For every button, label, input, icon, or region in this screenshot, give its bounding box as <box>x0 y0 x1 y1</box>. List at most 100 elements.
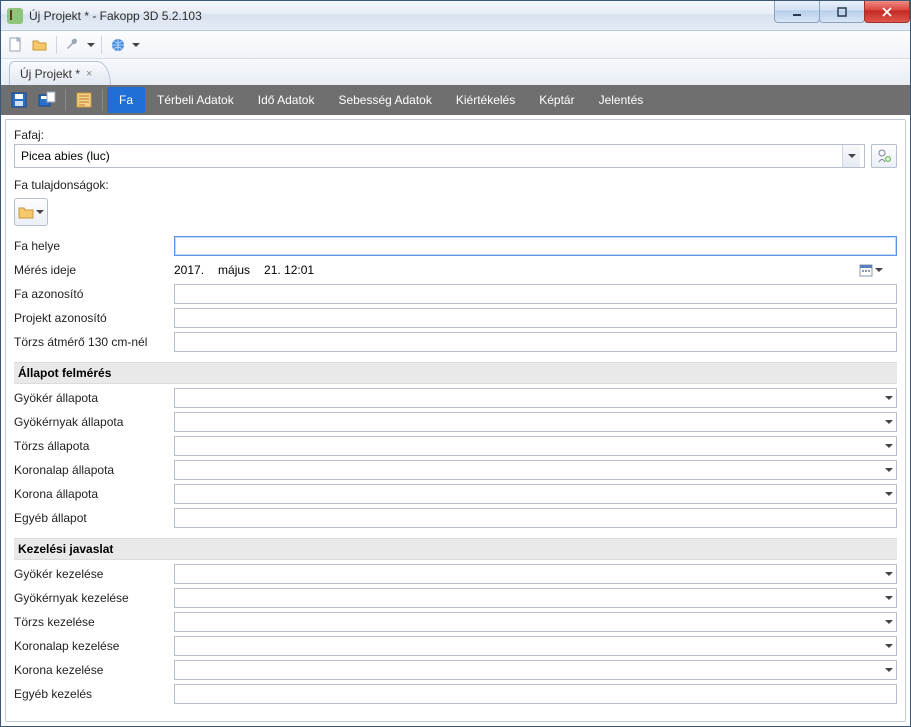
field-fa-helye <box>174 236 897 256</box>
chevron-down-icon <box>36 210 44 214</box>
row-gyoker-kezeles: Gyökér kezelése <box>14 562 897 586</box>
date-month: május <box>218 263 250 277</box>
help-button[interactable] <box>107 34 129 56</box>
close-tab-icon[interactable]: × <box>86 68 92 80</box>
label: Gyökérnyak kezelése <box>14 591 174 605</box>
calendar-icon <box>859 263 873 277</box>
kezeles-grid: Gyökér kezelése Gyökérnyak kezelése Törz… <box>14 562 897 706</box>
chevron-down-icon <box>885 492 893 496</box>
date-display[interactable]: 2017. május 21. 12:01 <box>174 260 897 280</box>
fatul-label: Fa tulajdonságok: <box>14 178 897 192</box>
open-project-button[interactable] <box>29 34 51 56</box>
toolbar-separator <box>56 36 57 54</box>
window-buttons <box>775 1 910 30</box>
fafaj-row <box>14 144 897 168</box>
dropdown-koronalap-kezeles[interactable] <box>174 636 897 656</box>
chevron-down-icon <box>885 444 893 448</box>
field <box>174 412 897 432</box>
field <box>174 684 897 704</box>
maximize-button[interactable] <box>819 1 865 23</box>
dropdown-gyokernyak-allapot[interactable] <box>174 412 897 432</box>
fafaj-input[interactable] <box>19 148 842 164</box>
document-tab-area: Új Projekt * × <box>1 59 910 85</box>
properties-folder-button[interactable] <box>14 198 48 226</box>
help-dropdown[interactable] <box>131 43 141 47</box>
chevron-down-icon <box>885 620 893 624</box>
dropdown-korona-kezeles[interactable] <box>174 660 897 680</box>
chevron-down-icon <box>87 43 95 47</box>
field <box>174 564 897 584</box>
chevron-down-icon <box>885 420 893 424</box>
dropdown-korona-allapot[interactable] <box>174 484 897 504</box>
row-korona-kezeles: Korona kezelése <box>14 658 897 682</box>
label: Egyéb állapot <box>14 511 174 525</box>
label-projekt-azonosito: Projekt azonosító <box>14 311 174 325</box>
input-egyeb-allapot[interactable] <box>174 508 897 528</box>
row-meres-ideje: Mérés ideje 2017. május 21. 12:01 <box>14 258 897 282</box>
titlebar: Új Projekt * - Fakopp 3D 5.2.103 <box>1 1 910 31</box>
save-button[interactable] <box>5 86 33 114</box>
chevron-down-icon <box>885 644 893 648</box>
field-fa-azonosito <box>174 284 897 304</box>
field <box>174 460 897 480</box>
save-as-button[interactable] <box>33 86 61 114</box>
dropdown-koronalap-allapot[interactable] <box>174 460 897 480</box>
add-species-icon <box>876 148 892 164</box>
input-fa-helye[interactable] <box>174 236 897 256</box>
row-koronalap-kezeles: Koronalap kezelése <box>14 634 897 658</box>
minimize-button[interactable] <box>774 1 820 23</box>
dropdown-torzs-kezeles[interactable] <box>174 612 897 632</box>
close-button[interactable] <box>864 1 910 23</box>
fafaj-add-button[interactable] <box>871 144 897 168</box>
tab-ido[interactable]: Idő Adatok <box>246 87 327 113</box>
tab-label: Térbeli Adatok <box>157 93 234 107</box>
save-icon <box>10 91 28 109</box>
dropdown-torzs-allapot[interactable] <box>174 436 897 456</box>
tab-terbeli[interactable]: Térbeli Adatok <box>145 87 246 113</box>
help-globe-icon <box>110 37 126 53</box>
label: Korona kezelése <box>14 663 174 677</box>
dropdown-gyoker-allapot[interactable] <box>174 388 897 408</box>
chevron-down-icon <box>132 43 140 47</box>
toolbar-separator <box>101 36 102 54</box>
chevron-down-icon <box>848 154 856 158</box>
new-project-button[interactable] <box>5 34 27 56</box>
input-torzs-atmero[interactable] <box>174 332 897 352</box>
list-button[interactable] <box>70 86 98 114</box>
save-as-icon <box>38 91 56 109</box>
input-projekt-azonosito[interactable] <box>174 308 897 328</box>
row-korona-allapot: Korona állapota <box>14 482 897 506</box>
tab-label: Jelentés <box>599 93 644 107</box>
row-egyeb-kezeles: Egyéb kezelés <box>14 682 897 706</box>
date-picker-button[interactable] <box>859 263 897 277</box>
dropdown-gyoker-kezeles[interactable] <box>174 564 897 584</box>
label: Törzs állapota <box>14 439 174 453</box>
tab-jelentes[interactable]: Jelentés <box>587 87 656 113</box>
settings-dropdown[interactable] <box>86 43 96 47</box>
properties-toolbar <box>14 198 897 226</box>
field <box>174 508 897 528</box>
tab-keptar[interactable]: Képtár <box>527 87 586 113</box>
chevron-down-icon <box>885 572 893 576</box>
dropdown-gyokernyak-kezeles[interactable] <box>174 588 897 608</box>
tab-kiertekeles[interactable]: Kiértékelés <box>444 87 527 113</box>
field <box>174 612 897 632</box>
field-torzs-atmero <box>174 332 897 352</box>
field-meres-ideje[interactable]: 2017. május 21. 12:01 <box>174 260 897 280</box>
input-fa-azonosito[interactable] <box>174 284 897 304</box>
tab-fa[interactable]: Fa <box>107 87 145 113</box>
section-kezeles: Kezelési javaslat <box>14 538 897 560</box>
label-torzs-atmero: Törzs átmérő 130 cm-nél <box>14 335 174 349</box>
document-tab[interactable]: Új Projekt * × <box>9 61 111 85</box>
input-egyeb-kezeles[interactable] <box>174 684 897 704</box>
label: Egyéb kezelés <box>14 687 174 701</box>
fafaj-combo[interactable] <box>14 144 865 168</box>
row-projekt-azonosito: Projekt azonosító <box>14 306 897 330</box>
settings-button[interactable] <box>62 34 84 56</box>
label: Törzs kezelése <box>14 615 174 629</box>
chevron-down-icon <box>875 268 883 272</box>
tab-sebesseg[interactable]: Sebesség Adatok <box>326 87 443 113</box>
app-window: Új Projekt * - Fakopp 3D 5.2.103 <box>0 0 911 727</box>
row-gyoker-allapot: Gyökér állapota <box>14 386 897 410</box>
fafaj-dropdown[interactable] <box>842 145 860 167</box>
